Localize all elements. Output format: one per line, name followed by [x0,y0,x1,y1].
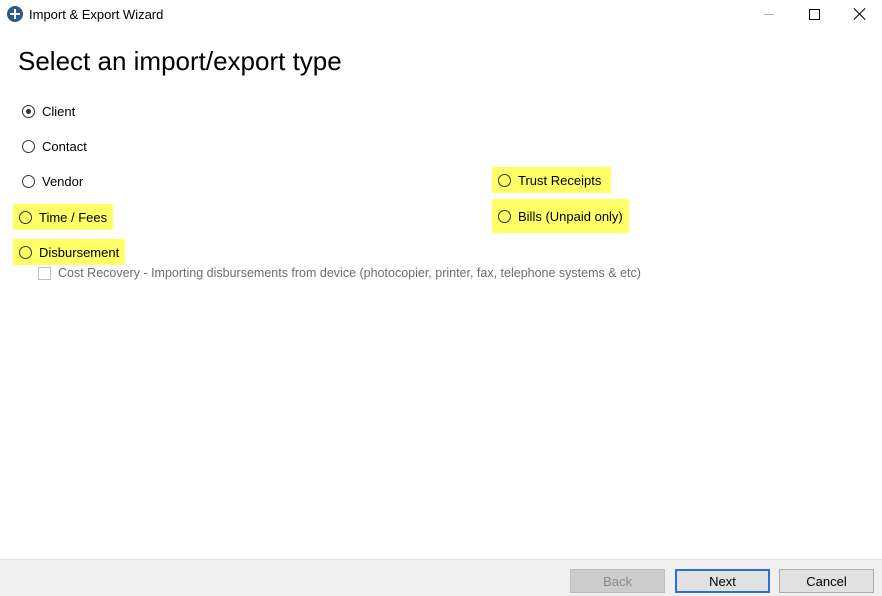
maximize-button[interactable] [792,0,837,30]
radio-client[interactable] [22,104,35,118]
radio-contact[interactable] [22,139,35,153]
option-contact[interactable]: Contact [22,136,87,156]
close-button[interactable] [837,0,882,30]
option-disbursement[interactable]: Disbursement [13,239,126,265]
option-trust-receipts-label: Trust Receipts [518,172,602,188]
app-logo-icon [7,6,23,22]
option-time-fees-label: Time / Fees [39,209,108,225]
page-title: Select an import/export type [18,46,342,76]
window-title: Import & Export Wizard [29,7,164,22]
close-icon [853,7,867,21]
radio-bills[interactable] [498,209,511,223]
option-trust-receipts[interactable]: Trust Receipts [492,167,612,193]
cancel-button[interactable]: Cancel [779,569,874,593]
radio-vendor[interactable] [22,174,35,188]
option-vendor-label: Vendor [42,173,84,189]
title-bar: Import & Export Wizard [0,0,882,30]
maximize-icon [809,9,820,20]
radio-disbursement[interactable] [19,245,32,259]
minimize-button[interactable] [747,0,792,30]
option-bills-label: Bills (Unpaid only) [518,208,623,224]
cost-recovery-option[interactable]: Cost Recovery - Importing disbursements … [38,266,641,280]
option-contact-label: Contact [42,138,87,154]
cost-recovery-checkbox[interactable] [38,266,51,280]
footer-bar: Back Next Cancel [0,559,882,596]
option-disbursement-label: Disbursement [39,244,120,260]
option-vendor[interactable]: Vendor [22,171,83,191]
option-client-label: Client [42,103,76,119]
cost-recovery-label: Cost Recovery - Importing disbursements … [58,266,641,280]
minimize-icon [764,14,774,15]
next-button[interactable]: Next [675,569,770,593]
option-client[interactable]: Client [22,101,75,121]
option-bills[interactable]: Bills (Unpaid only) [492,199,629,233]
option-time-fees[interactable]: Time / Fees [13,204,114,230]
back-button[interactable]: Back [570,569,665,593]
radio-time-fees[interactable] [19,210,32,224]
radio-trust-receipts[interactable] [498,173,511,187]
